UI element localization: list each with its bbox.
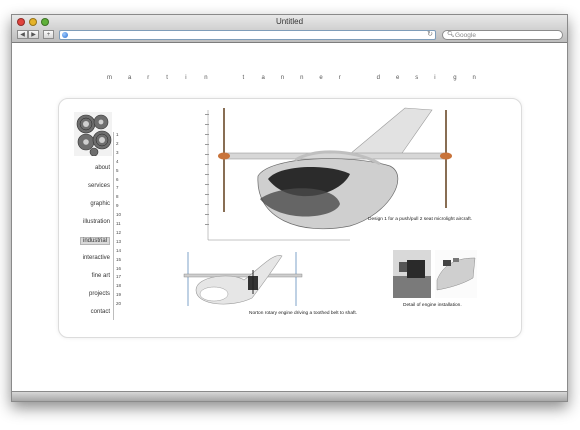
brand-letter: n xyxy=(280,75,286,81)
gears-logo-icon xyxy=(74,112,112,156)
nav-item-interactive[interactable]: interactive xyxy=(83,255,110,261)
aircraft-sketch-image xyxy=(205,107,452,241)
page-number-link[interactable]: 9 xyxy=(116,203,119,208)
brand-letter: t xyxy=(242,75,246,81)
brand-letter: a xyxy=(261,75,266,81)
nav-item-about[interactable]: about xyxy=(95,165,110,171)
magnifier-icon: 🔍︎ xyxy=(447,32,455,38)
page-number-link[interactable]: 6 xyxy=(116,177,119,182)
brand-letter: g xyxy=(453,75,458,81)
page-number-link[interactable]: 17 xyxy=(116,274,121,279)
forward-button[interactable]: ▶ xyxy=(28,30,39,39)
brand-letter: e xyxy=(319,75,324,81)
brand-letter: r xyxy=(147,75,151,81)
brand-letter: n xyxy=(204,75,209,81)
nav-item-projects[interactable]: projects xyxy=(89,291,110,297)
page-number-link[interactable]: 20 xyxy=(116,301,121,306)
belt-image-caption: Norton rotary engine driving a toothed b… xyxy=(249,311,357,316)
page-number-link[interactable]: 12 xyxy=(116,230,121,235)
title-bar: Untitled ◀ ▶ + ↻ 🔍︎ Google xyxy=(12,15,567,43)
page-number-link[interactable]: 5 xyxy=(116,168,119,173)
engine-image-caption: Detail of engine installation. xyxy=(403,303,462,308)
brand-letter: e xyxy=(395,75,401,81)
nav-item-contact[interactable]: contact xyxy=(91,309,110,315)
back-arrow-icon: ◀ xyxy=(20,32,25,38)
nav-divider xyxy=(113,132,114,320)
nav-item-services[interactable]: services xyxy=(88,183,110,189)
brand-letter: d xyxy=(376,75,381,81)
page-number-link[interactable]: 16 xyxy=(116,266,121,271)
navigation-buttons: ◀ ▶ + xyxy=(17,30,54,39)
page-number-link[interactable]: 15 xyxy=(116,257,121,262)
nav-item-graphic[interactable]: graphic xyxy=(90,201,110,207)
page-number-link[interactable]: 1 xyxy=(116,132,119,137)
brand-letter: s xyxy=(415,75,420,81)
nav-item-illustration[interactable]: illustration xyxy=(83,219,110,225)
belt-drive-sketch-image xyxy=(183,252,303,306)
brand-letter xyxy=(224,75,228,81)
forward-arrow-icon: ▶ xyxy=(31,32,36,38)
search-placeholder: Google xyxy=(455,32,476,39)
page-number-link[interactable]: 18 xyxy=(116,283,121,288)
brand-letter: r xyxy=(338,75,342,81)
page-number-link[interactable]: 3 xyxy=(116,150,119,155)
reload-icon[interactable]: ↻ xyxy=(427,30,433,38)
page-number-link[interactable]: 13 xyxy=(116,239,121,244)
brand-letter: n xyxy=(300,75,305,81)
page-number-link[interactable]: 4 xyxy=(116,159,119,164)
brand-letter: i xyxy=(185,75,188,81)
plus-icon: + xyxy=(46,31,51,38)
page-number-link[interactable]: 8 xyxy=(116,194,119,199)
page-number-link[interactable]: 7 xyxy=(116,185,119,190)
address-bar[interactable]: ↻ xyxy=(59,30,436,40)
brand-letter: a xyxy=(127,75,133,81)
page-number-link[interactable]: 11 xyxy=(116,221,121,226)
window-title: Untitled xyxy=(275,17,304,26)
search-field[interactable]: 🔍︎ Google xyxy=(442,30,563,40)
nav-item-fine-art[interactable]: fine art xyxy=(92,273,110,279)
nav-item-industrial[interactable]: industrial xyxy=(79,237,110,245)
status-bar xyxy=(12,391,567,401)
brand-letter: t xyxy=(166,75,169,81)
page-number-link[interactable]: 2 xyxy=(116,141,119,146)
brand-letter: i xyxy=(434,75,437,81)
main-image-caption: Design 1 for a push/pull 2 seat microlig… xyxy=(368,217,472,222)
back-button[interactable]: ◀ xyxy=(17,30,28,39)
brand-letter xyxy=(358,75,362,81)
brand-wordmark: martintannerdesign xyxy=(107,75,477,81)
brand-letter: m xyxy=(107,75,113,81)
add-bookmark-button[interactable]: + xyxy=(43,30,54,39)
page-number-link[interactable]: 14 xyxy=(116,248,121,253)
page-number-link[interactable]: 10 xyxy=(116,212,121,217)
engine-detail-image xyxy=(393,250,477,298)
brand-letter: n xyxy=(472,75,477,81)
page-number-link[interactable]: 19 xyxy=(116,292,121,297)
site-globe-icon xyxy=(62,32,68,38)
